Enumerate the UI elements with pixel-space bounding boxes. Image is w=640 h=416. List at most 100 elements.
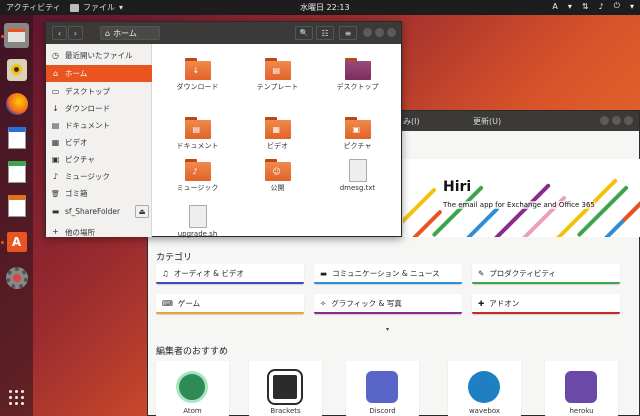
file-grid: ↓ ダウンロード ▤ テンプレート デスクトップ ▤ ドキュメント ▦ ビデオ … [152,44,403,238]
impress-icon[interactable] [4,193,29,218]
close-button[interactable] [387,28,396,37]
sidebar-item-label: ミュージック [65,172,110,181]
settings-icon[interactable] [4,265,29,290]
folder-pictures-icon: ▣ [344,117,371,139]
download-icon: ↓ [52,104,59,113]
sidebar-item-downloads[interactable]: ↓ ダウンロード [46,100,152,117]
app-name: heroku [569,407,594,415]
sidebar-item-recent[interactable]: ◷ 最近開いたファイル [46,47,152,64]
sidebar-item-label: デスクトップ [65,87,110,96]
paint-icon: ✧ [320,298,327,308]
file-label: 公開 [270,184,285,192]
file-item-music[interactable]: ♪ ミュージック [160,159,235,193]
category-communication-news[interactable]: ▬ コミュニケーション & ニュース [314,264,462,284]
calc-icon[interactable] [4,159,29,184]
sidebar-item-pictures[interactable]: ▣ ピクチャ [46,151,152,168]
category-graphics-photo[interactable]: ✧ グラフィック & 写真 [314,294,462,314]
sidebar-item-documents[interactable]: ▤ ドキュメント [46,117,152,134]
banner-logo: Hiri [443,179,472,195]
featured-banner[interactable]: Hiri The email app for Exchange and Offi… [403,159,640,237]
minimize-button[interactable] [600,116,609,125]
category-audio-video[interactable]: ♫ オーディオ & ビデオ [156,264,304,284]
sidebar-item-trash[interactable]: 🗑 ゴミ箱 [46,185,152,202]
app-card-wavebox[interactable]: wavebox [448,361,521,416]
hamburger-menu-icon: ≡ [344,28,352,38]
category-games[interactable]: ⌨ ゲーム [156,294,304,314]
script-file-icon [188,205,207,228]
file-item-upgrade[interactable]: upgrade.sh [160,205,235,238]
sidebar-item-other-places[interactable]: + 他の場所 [46,227,152,237]
category-label: コミュニケーション & ニュース [332,268,440,278]
sidebar-item-music[interactable]: ♪ ミュージック [46,168,152,185]
file-item-dmesg[interactable]: dmesg.txt [320,159,395,192]
list-view-icon: ☷ [321,28,329,38]
writer-icon[interactable] [4,125,29,150]
clock-icon: ◷ [52,51,59,60]
search-button[interactable]: 🔍 [295,26,313,40]
file-label: デスクトップ [336,83,379,91]
maximize-button[interactable] [375,28,384,37]
show-apps-icon[interactable] [4,385,29,410]
software-icon[interactable]: A [4,229,29,254]
sidebar-item-sharefolder[interactable]: ▬ sf_ShareFolder ⏏ [46,203,152,220]
app-card-brackets[interactable]: Brackets [249,361,322,416]
file-item-pictures[interactable]: ▣ ピクチャ [320,117,395,151]
home-icon: ⌂ [105,28,111,38]
system-menu-arrow-icon: ▾ [629,1,634,11]
app-name: wavebox [468,407,501,415]
desktop-icon: ▭ [51,87,60,96]
files-icon[interactable] [4,23,29,48]
forward-button[interactable]: › [68,26,83,40]
volume-icon[interactable]: ♪ [599,2,604,11]
maximize-button[interactable] [612,116,621,125]
sidebar-item-label: ドキュメント [65,121,110,130]
network-icon[interactable]: ⇅ [582,2,589,11]
file-item-downloads[interactable]: ↓ ダウンロード [160,58,235,92]
file-item-documents[interactable]: ▤ ドキュメント [160,117,235,151]
rhythmbox-icon[interactable] [4,57,29,82]
gamepad-icon: ⌨ [162,298,173,308]
activities-button[interactable]: アクティビティ [0,2,70,13]
other-places-icon: + [52,227,59,236]
view-options-button[interactable]: ☷ [316,26,334,40]
firefox-icon[interactable] [4,91,29,116]
dock: A [0,15,33,416]
category-label: アドオン [489,298,520,308]
tab-installed[interactable]: み(I) [403,116,420,127]
clock[interactable]: 水曜日 22:13 [300,2,350,13]
files-app-icon [70,3,79,12]
banner-tagline: The email app for Exchange and Office 36… [443,201,595,209]
tab-updates[interactable]: 更新(U) [473,116,501,127]
app-menu[interactable]: ファイル ▾ [70,2,290,13]
eject-icon[interactable]: ⏏ [135,205,149,218]
app-card-atom[interactable]: Atom [156,361,229,416]
file-item-templates[interactable]: ▤ テンプレート [240,58,315,92]
running-indicator [1,35,4,38]
back-button[interactable]: ‹ [52,26,67,40]
path-bar-home[interactable]: ⌂ ホーム [100,26,160,40]
picture-icon: ▣ [51,155,60,164]
app-name: Brackets [270,407,301,415]
app-card-discord[interactable]: Discord [346,361,419,416]
system-tray[interactable]: A ▾ ⇅ ♪ ⏻ ▾ [552,1,634,11]
menu-button[interactable]: ≡ [339,26,357,40]
file-item-desktop[interactable]: デスクトップ [320,58,395,92]
sidebar-item-desktop[interactable]: ▭ デスクトップ [46,83,152,100]
sidebar-item-home[interactable]: ⌂ ホーム [46,65,152,82]
category-productivity[interactable]: ✎ プロダクティビティ [472,264,620,284]
music-icon: ♪ [52,172,59,181]
category-addons[interactable]: ✚ アドオン [472,294,620,314]
power-icon[interactable]: ⏻ [614,1,620,11]
category-label: オーディオ & ビデオ [173,268,244,278]
keyboard-indicator[interactable]: A [552,2,557,11]
minimize-button[interactable] [363,28,372,37]
chevron-left-icon: ‹ [57,28,62,38]
wavebox-icon [468,371,500,403]
expand-categories-icon[interactable]: ▾ [386,326,389,333]
sidebar-item-videos[interactable]: ▦ ビデオ [46,134,152,151]
file-item-public[interactable]: ☺ 公開 [240,159,315,193]
file-item-videos[interactable]: ▦ ビデオ [240,117,315,151]
close-button[interactable] [624,116,633,125]
app-card-heroku[interactable]: heroku [545,361,618,416]
file-label: dmesg.txt [339,184,376,192]
